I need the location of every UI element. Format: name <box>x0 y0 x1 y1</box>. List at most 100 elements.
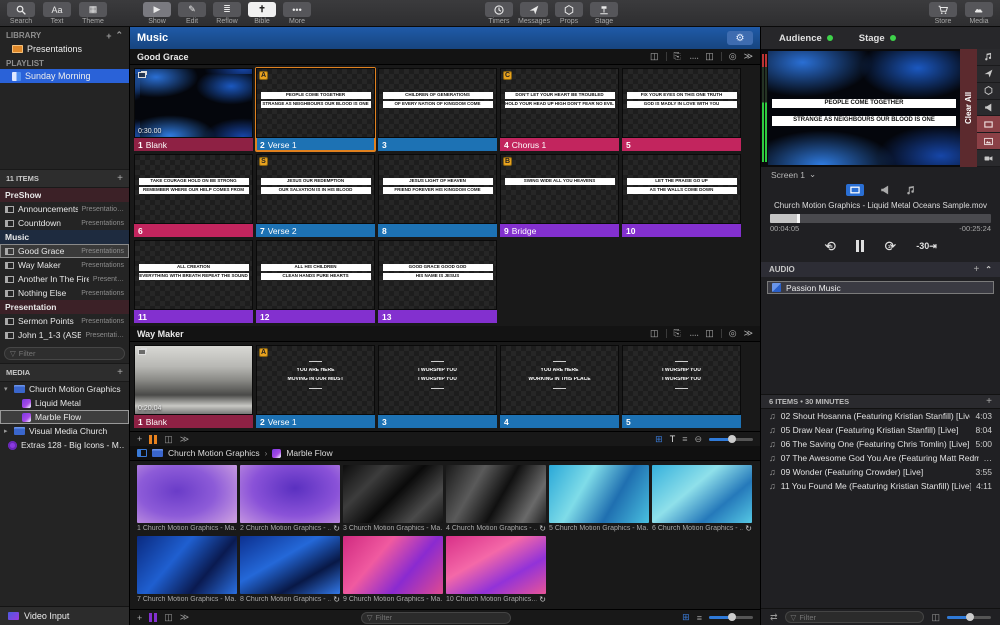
clear-messages-button[interactable] <box>977 65 1000 83</box>
audio-add-button[interactable]: + <box>973 264 979 275</box>
song-row[interactable]: ♫ 05 Draw Near (Featuring Kristian Stanf… <box>761 423 1000 437</box>
playlist-item[interactable]: PreShow <box>0 188 129 202</box>
arrangement-icon[interactable]: ◫ <box>705 51 714 62</box>
song-row[interactable]: ♫ 07 The Awesome God You Are (Featuring … <box>761 451 1000 465</box>
playlist-add-button[interactable]: + <box>117 173 123 184</box>
playlist-item[interactable]: Music <box>0 230 129 244</box>
media-item[interactable]: 7 Church Motion Graphics - Ma… <box>137 536 237 604</box>
clear-slide-button[interactable] <box>977 116 1000 134</box>
reflow-button[interactable]: ≣ Reflow <box>210 0 244 25</box>
library-item-presentations[interactable]: Presentations <box>0 42 129 56</box>
library-add-button[interactable]: + <box>106 31 111 41</box>
skip-view-icon[interactable]: ≫ <box>180 434 189 445</box>
breadcrumb-folder[interactable]: Church Motion Graphics <box>168 448 260 458</box>
slide-thumbnail[interactable]: CHILDREN OF GENERATIONS OF EVERY NATION … <box>378 68 497 138</box>
playlist-item[interactable]: Announcements Presentatio… <box>0 202 129 216</box>
timeline-icon[interactable]: ᠁ <box>688 49 699 65</box>
reflow-view-icon[interactable]: ◫ <box>931 612 940 623</box>
progress-playhead[interactable] <box>796 214 800 223</box>
playlist-item[interactable]: Good Grace Presentations <box>0 244 129 258</box>
slide-cell[interactable]: B SWING WIDE ALL YOU HEAVENS 9 Bridge <box>500 154 619 237</box>
theme-button[interactable]: ▦ Theme <box>76 0 110 25</box>
search-button[interactable]: Search <box>4 0 38 25</box>
media-item[interactable]: 1 Church Motion Graphics - Ma… <box>137 465 237 533</box>
breadcrumb-item[interactable]: Marble Flow <box>286 448 332 458</box>
media-item[interactable]: 2 Church Motion Graphics - … ↻ <box>240 465 340 533</box>
playlist-item[interactable]: John 1_1-3 (ASB) Presentati… <box>0 328 129 342</box>
slide-cell[interactable]: TAKE COURAGE HOLD ON BE STRONG REMEMBER … <box>134 154 253 237</box>
clear-media-button[interactable] <box>977 133 1000 151</box>
sidebar-filter[interactable]: ▽ <box>4 347 125 360</box>
slide-thumbnail[interactable]: B SWING WIDE ALL YOU HEAVENS <box>500 154 619 224</box>
grid-view-icon[interactable]: ⊞ <box>682 612 690 623</box>
media-thumbnail[interactable] <box>137 465 237 523</box>
timers-button[interactable]: Timers <box>482 0 516 25</box>
playlist-item-sunday-morning[interactable]: Sunday Morning <box>0 69 129 83</box>
skip-view-icon[interactable]: ≫ <box>180 612 189 623</box>
add-slide-button[interactable]: + <box>137 434 142 444</box>
slide-thumbnail[interactable]: JESUS LIGHT OF HEAVEN FRIEND FOREVER HIS… <box>378 154 497 224</box>
slide-cell[interactable]: CHILDREN OF GENERATIONS OF EVERY NATION … <box>378 68 497 151</box>
slide-thumbnail[interactable]: 0:20.04 <box>134 345 253 415</box>
media-tree-marble-flow[interactable]: Marble Flow <box>0 410 129 424</box>
audio-playlist-passion-music[interactable]: Passion Music <box>767 281 994 294</box>
loop-icon[interactable]: ◎ <box>729 51 737 62</box>
media-tree-visual-media-church[interactable]: ▸ Visual Media Church <box>0 424 129 438</box>
reflow-view-icon[interactable]: ◫ <box>164 612 173 623</box>
slide-thumbnail[interactable]: FIX YOUR EYES ON THIS ONE TRUTH GOD IS M… <box>622 68 741 138</box>
slide-cell[interactable]: I WORSHIP YOU I WORSHIP YOU 3 <box>378 345 497 428</box>
slide-thumbnail[interactable]: YOU ARE HERE WORKING IN THIS PLACE <box>500 345 619 415</box>
stage-button[interactable]: Stage <box>587 0 621 25</box>
slide-cell[interactable]: 0:30.00 1 Blank <box>134 68 253 151</box>
pause-indicator-icon[interactable] <box>149 613 158 622</box>
library-collapse-icon[interactable]: ⌃ <box>115 30 123 41</box>
store-button[interactable]: Store <box>926 0 960 25</box>
playlist-item[interactable]: Way Maker Presentations <box>0 258 129 272</box>
slide-thumbnail[interactable]: ALL CREATION EVERYTHING WITH BREATH REPE… <box>134 240 253 310</box>
props-button[interactable]: Props <box>552 0 586 25</box>
text-button[interactable]: Aa Text <box>40 0 74 25</box>
media-filter-input[interactable] <box>375 613 505 622</box>
edit-button[interactable]: ✎ Edit <box>175 0 209 25</box>
slide-thumbnail[interactable]: ALL HIS CHILDREN CLEAN HANDS PURE HEARTS <box>256 240 375 310</box>
media-bin-icon[interactable]: ◫ <box>650 51 659 62</box>
timeline-icon[interactable]: ᠁ <box>688 326 699 342</box>
loop-icon[interactable]: ◎ <box>729 328 737 339</box>
add-media-button[interactable]: + <box>137 613 142 623</box>
media-item[interactable]: 6 Church Motion Graphics - … ↻ <box>652 465 752 533</box>
media-tree-extras[interactable]: Extras 128 - Big Icons - M… <box>0 438 129 452</box>
playlist-item[interactable]: Countdown Presentations <box>0 216 129 230</box>
pause-indicator-icon[interactable] <box>149 434 158 444</box>
list-view-icon[interactable]: ≡ <box>697 613 702 623</box>
slide-cell[interactable]: A YOU ARE HERE MOVING IN OUR MIDST 2 Ver… <box>256 345 375 428</box>
media-filter[interactable]: ▽ <box>360 611 511 624</box>
playlist-item[interactable]: Another In The Fire Present… <box>0 272 129 286</box>
slide-cell[interactable]: A PEOPLE COME TOGETHER STRANGE AS NEIGHB… <box>255 67 376 152</box>
megaphone-icon[interactable] <box>880 185 890 195</box>
slide-thumbnail[interactable]: LET THE PRAISE GO UP AS THE WALLS COME D… <box>622 154 741 224</box>
media-item[interactable]: 10 Church Motion Graphics… ↻ <box>446 536 546 604</box>
more-button[interactable]: ••• More <box>280 0 314 25</box>
media-thumbnail[interactable] <box>343 465 443 523</box>
screen-selector[interactable]: Screen 1 ⌄ <box>761 167 1000 182</box>
media-thumbnail[interactable] <box>446 465 546 523</box>
media-item[interactable]: 3 Church Motion Graphics - Ma… <box>343 465 443 533</box>
slide-cell[interactable]: ALL HIS CHILDREN CLEAN HANDS PURE HEARTS… <box>256 240 375 323</box>
grid-view-icon[interactable]: ⊞ <box>655 434 663 445</box>
slide-thumbnail[interactable]: TAKE COURAGE HOLD ON BE STRONG REMEMBER … <box>134 154 253 224</box>
media-store-button[interactable]: Media <box>962 0 996 25</box>
zoom-out-icon[interactable]: ⊖ <box>694 434 702 445</box>
slide-thumbnail[interactable]: I WORSHIP YOU I WORSHIP YOU <box>378 345 497 415</box>
video-input-item[interactable]: Video Input <box>0 606 129 625</box>
clear-audio-button[interactable] <box>977 49 1000 66</box>
playlist-item[interactable]: Sermon Points Presentations <box>0 314 129 328</box>
song-row[interactable]: ♫ 09 Wonder (Featuring Crowder) [Live] 3… <box>761 465 1000 479</box>
media-tree-liquid-metal[interactable]: Liquid Metal <box>0 396 129 410</box>
media-thumbnail[interactable] <box>240 536 340 594</box>
slide-thumbnail[interactable]: A YOU ARE HERE MOVING IN OUR MIDST <box>256 345 375 415</box>
tab-slide-layer[interactable] <box>845 184 864 196</box>
slide-thumbnail[interactable]: S JESUS OUR REDEMPTION OUR SALVATION IS … <box>256 154 375 224</box>
music-note-icon[interactable] <box>906 185 916 195</box>
clear-all-button[interactable]: Clear All <box>960 49 977 167</box>
media-thumbnail[interactable] <box>446 536 546 594</box>
